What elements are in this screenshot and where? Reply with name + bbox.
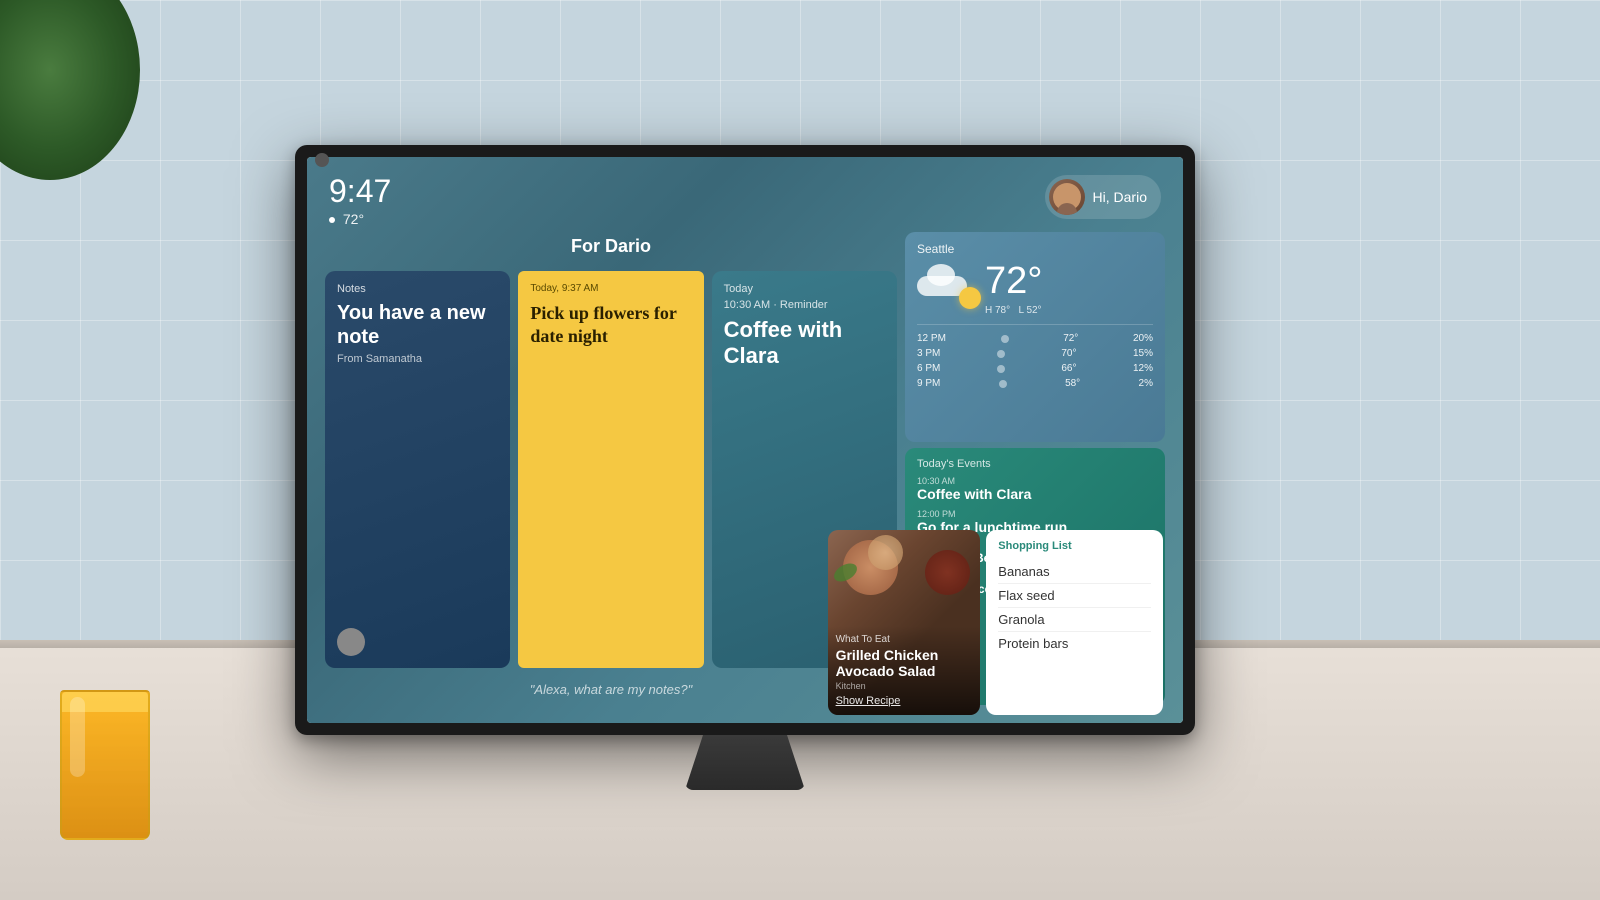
show-recipe-button[interactable]: Show Recipe [836, 695, 973, 707]
weather-big-temp: 72° [985, 260, 1042, 303]
greeting-text: Hi, Dario [1093, 189, 1147, 205]
recipe-overlay: What To Eat Grilled Chicken Avocado Sala… [828, 626, 981, 715]
left-panel: For Dario Notes You have a new note From… [325, 232, 897, 705]
note-card-title: You have a new note [337, 301, 498, 349]
event-time: 10:30 AM [917, 476, 1153, 486]
sticky-date: Today, 9:37 AM [530, 283, 691, 294]
recipe-title: Grilled Chicken Avocado Salad [836, 647, 973, 679]
weather-city: Seattle [917, 242, 1153, 256]
user-greeting-button[interactable]: Hi, Dario [1045, 175, 1161, 219]
weather-temp-display: 72° [329, 211, 391, 227]
juice-glass [60, 690, 150, 840]
weather-widget[interactable]: Seattle 72° H 78° L [905, 232, 1165, 442]
top-bar: 9:47 72° Hi, Dario [317, 167, 1173, 232]
plant-decoration [0, 0, 140, 300]
shopping-list-widget[interactable]: Shopping List Bananas Flax seed Granola … [986, 530, 1163, 715]
forecast-row: 9 PM 58° 2% [917, 376, 1153, 391]
event-time: 12:00 PM [917, 509, 1153, 519]
forecast-icon [1001, 335, 1009, 343]
shopping-item-4: Protein bars [998, 632, 1151, 655]
recipe-widget[interactable]: What To Eat Grilled Chicken Avocado Sala… [828, 530, 981, 715]
shopping-item-2: Flax seed [998, 584, 1151, 608]
weather-forecast: 12 PM 72° 20% 3 PM 70° 15% [917, 324, 1153, 391]
home-screen: 9:47 72° Hi, Dario For Dario [307, 157, 1183, 723]
reminder-day: Today [724, 283, 885, 295]
cloud-icon [917, 266, 967, 296]
recipe-source: Kitchen [836, 681, 973, 691]
sender-avatar [337, 628, 365, 656]
shopping-list-title: Shopping List [998, 540, 1151, 552]
echo-show-device: 9:47 72° Hi, Dario For Dario [295, 145, 1195, 735]
cards-row: Notes You have a new note From Samanatha… [325, 271, 897, 668]
device-stand [685, 735, 805, 790]
bottom-widgets-row: What To Eat Grilled Chicken Avocado Sala… [828, 530, 1163, 715]
for-user-heading: For Dario [325, 232, 897, 265]
clock-weather-widget: 9:47 72° [329, 175, 391, 227]
sticky-text: Pick up flowers for date night [530, 302, 691, 349]
reminder-title: Coffee with Clara [724, 317, 885, 370]
what-to-eat-label: What To Eat [836, 634, 973, 645]
forecast-icon [997, 365, 1005, 373]
user-avatar [1049, 179, 1085, 215]
event-item-1: 10:30 AM Coffee with Clara [917, 476, 1153, 503]
shopping-item-3: Granola [998, 608, 1151, 632]
weather-hi-lo: H 78° L 52° [985, 305, 1042, 316]
sun-icon [959, 287, 981, 309]
sticky-note-card[interactable]: Today, 9:37 AM Pick up flowers for date … [518, 271, 703, 668]
alexa-prompt: "Alexa, what are my notes?" [325, 674, 897, 705]
forecast-row: 12 PM 72° 20% [917, 331, 1153, 346]
camera-icon [315, 153, 329, 167]
forecast-row: 3 PM 70° 15% [917, 346, 1153, 361]
forecast-icon [997, 350, 1005, 358]
note-card-from: From Samanatha [337, 353, 498, 365]
reminder-time: 10:30 AM · Reminder [724, 299, 885, 311]
forecast-icon [999, 380, 1007, 388]
clock-display: 9:47 [329, 175, 391, 207]
weather-main: 72° H 78° L 52° [917, 260, 1153, 316]
event-name: Coffee with Clara [917, 486, 1153, 503]
events-widget-title: Today's Events [917, 458, 1153, 470]
device-screen: 9:47 72° Hi, Dario For Dario [307, 157, 1183, 723]
note-card-label: Notes [337, 283, 498, 295]
weather-dot-icon [329, 217, 335, 223]
forecast-row: 6 PM 66° 12% [917, 361, 1153, 376]
shopping-item-1: Bananas [998, 560, 1151, 584]
note-card[interactable]: Notes You have a new note From Samanatha [325, 271, 510, 668]
